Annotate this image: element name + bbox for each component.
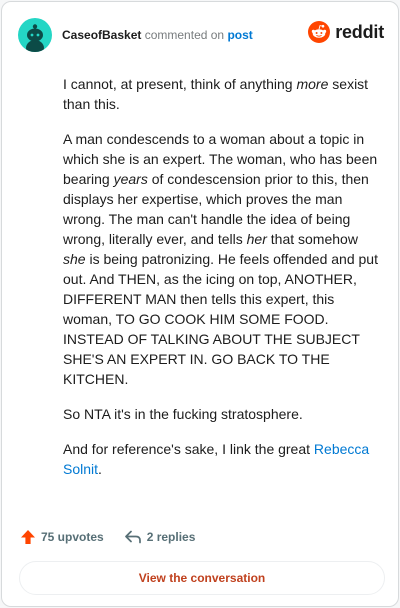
username-link[interactable]: CaseofBasket <box>62 28 141 42</box>
comment-paragraph: So NTA it's in the fucking stratosphere. <box>63 406 303 422</box>
replies-group[interactable]: 2 replies <box>124 529 196 545</box>
reply-arrow-icon <box>124 530 141 544</box>
upvote-group[interactable]: 75 upvotes <box>20 529 104 545</box>
embedded-comment-card: CaseofBasket commented on post reddit I … <box>1 1 399 607</box>
replies-count: 2 replies <box>146 530 196 544</box>
reddit-wordmark: reddit <box>335 21 384 42</box>
reddit-logo-icon <box>308 21 331 43</box>
upvote-count: 75 upvotes <box>41 530 104 544</box>
comment-paragraph: A man condescends to a woman about a top… <box>63 131 378 387</box>
view-conversation-button[interactable]: View the conversation <box>19 561 385 595</box>
comment-header: CaseofBasket commented on post reddit <box>18 18 384 52</box>
comment-body: I cannot, at present, think of anything … <box>63 74 383 494</box>
upvote-arrow-icon <box>21 530 35 544</box>
comment-paragraph: I cannot, at present, think of anything … <box>63 76 369 112</box>
post-link[interactable]: post <box>227 28 252 42</box>
comment-paragraph: And for reference's sake, I link the gre… <box>63 441 370 477</box>
action-text: commented on <box>144 28 225 42</box>
comment-footer: 75 upvotes 2 replies <box>20 527 195 547</box>
comment-meta: CaseofBasket commented on post <box>62 27 253 43</box>
reddit-logo[interactable]: reddit <box>308 21 384 43</box>
snoo-avatar-icon[interactable] <box>18 18 52 52</box>
